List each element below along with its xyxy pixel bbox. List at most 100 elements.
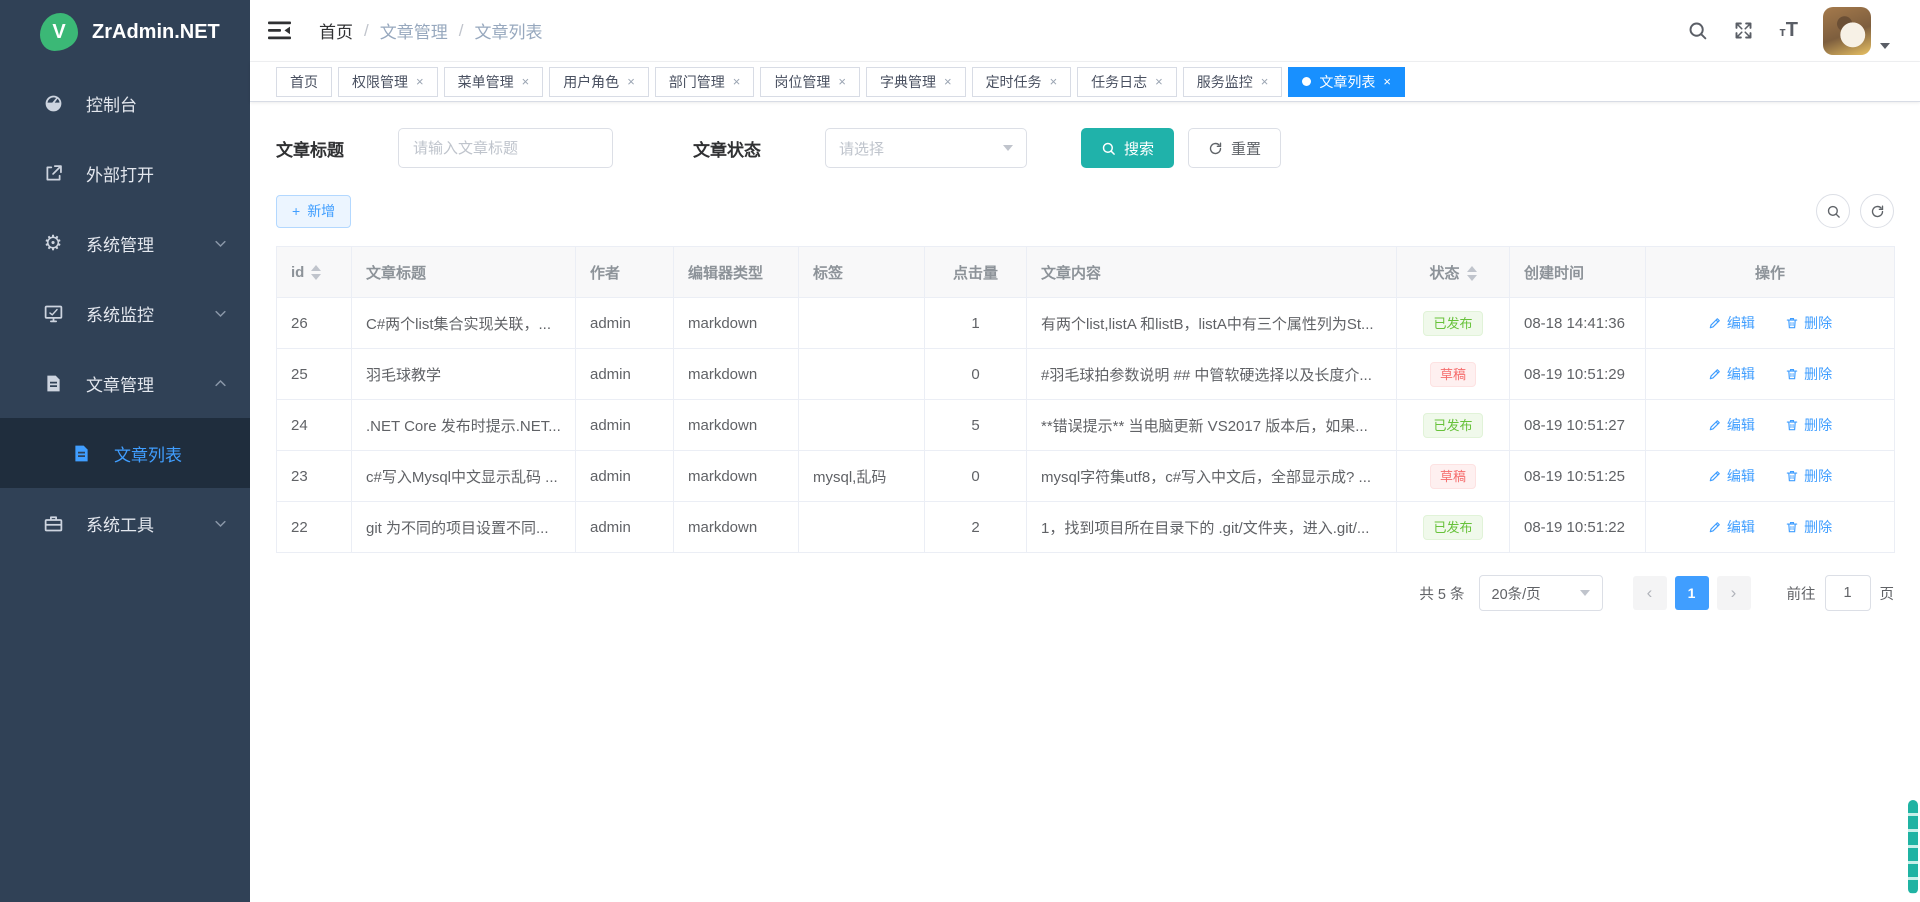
- sort-icon[interactable]: [311, 265, 321, 280]
- avatar[interactable]: [1823, 7, 1871, 55]
- app-logo[interactable]: V ZrAdmin.NET: [0, 0, 250, 64]
- tab-close-icon[interactable]: ×: [1155, 75, 1163, 88]
- sidebar-item-文章列表[interactable]: 文章列表: [0, 418, 250, 488]
- add-button[interactable]: + 新增: [276, 195, 351, 228]
- pencil-icon: [1708, 316, 1722, 330]
- cell-editor: markdown: [674, 451, 799, 502]
- column-header-id[interactable]: id: [277, 247, 352, 298]
- monitor-icon: [40, 300, 66, 326]
- tab-close-icon[interactable]: ×: [627, 75, 635, 88]
- sidebar-item-系统监控[interactable]: 系统监控: [0, 278, 250, 348]
- refresh-icon: [1870, 204, 1885, 219]
- cell-hits: 0: [925, 349, 1027, 400]
- cell-actions: 编辑 删除: [1646, 400, 1895, 451]
- edit-link[interactable]: 编辑: [1708, 517, 1755, 537]
- goto-page-input[interactable]: [1825, 575, 1871, 611]
- trash-icon: [1785, 418, 1799, 432]
- show-search-button[interactable]: [1816, 194, 1850, 228]
- column-header-editor: 编辑器类型: [674, 247, 799, 298]
- tab-close-icon[interactable]: ×: [944, 75, 952, 88]
- delete-link[interactable]: 删除: [1785, 466, 1832, 486]
- column-header-status[interactable]: 状态: [1397, 247, 1510, 298]
- font-size-icon[interactable]: тT: [1779, 19, 1798, 42]
- delete-link[interactable]: 删除: [1785, 313, 1832, 333]
- cell-actions: 编辑 删除: [1646, 502, 1895, 553]
- dashboard-icon: [40, 90, 66, 116]
- tab-任务日志[interactable]: 任务日志 ×: [1077, 67, 1177, 97]
- sidebar-item-外部打开[interactable]: 外部打开: [0, 138, 250, 208]
- tab-文章列表[interactable]: 文章列表 ×: [1288, 67, 1405, 97]
- sidebar-item-系统工具[interactable]: 系统工具: [0, 488, 250, 558]
- scrollbar-thumb[interactable]: [1908, 800, 1918, 894]
- edit-link[interactable]: 编辑: [1708, 415, 1755, 435]
- tab-部门管理[interactable]: 部门管理 ×: [655, 67, 755, 97]
- delete-link[interactable]: 删除: [1785, 364, 1832, 384]
- fullscreen-icon[interactable]: [1733, 20, 1754, 41]
- cell-content: 1，找到项目所在目录下的 .git/文件夹，进入.git/...: [1027, 502, 1397, 553]
- next-page-button[interactable]: ›: [1717, 576, 1751, 610]
- cell-hits: 2: [925, 502, 1027, 553]
- search-button[interactable]: 搜索: [1081, 128, 1174, 168]
- tab-close-icon[interactable]: ×: [733, 75, 741, 88]
- edit-link[interactable]: 编辑: [1708, 313, 1755, 333]
- cell-content: 有两个list,listA 和listB，listA中有三个属性列为St...: [1027, 298, 1397, 349]
- tab-首页[interactable]: 首页: [276, 67, 332, 97]
- sidebar-item-文章管理[interactable]: 文章管理: [0, 348, 250, 418]
- breadcrumb-home[interactable]: 首页: [319, 18, 353, 43]
- cell-status: 已发布: [1397, 502, 1510, 553]
- column-header-content: 文章内容: [1027, 247, 1397, 298]
- sidebar-item-控制台[interactable]: 控制台: [0, 68, 250, 138]
- sort-icon[interactable]: [1467, 266, 1477, 281]
- tab-label: 岗位管理: [774, 72, 830, 92]
- current-page-button[interactable]: 1: [1675, 576, 1709, 610]
- delete-link[interactable]: 删除: [1785, 415, 1832, 435]
- status-filter-select[interactable]: 请选择: [825, 128, 1027, 168]
- tab-服务监控[interactable]: 服务监控 ×: [1183, 67, 1283, 97]
- edit-link[interactable]: 编辑: [1708, 466, 1755, 486]
- sidebar-menu: 控制台 外部打开 ⚙ 系统管理 系统监控 文章管理 文章列表 系统工具: [0, 68, 250, 558]
- reset-button-label: 重置: [1231, 138, 1261, 159]
- sidebar-item-label: 文章管理: [86, 371, 213, 396]
- refresh-table-button[interactable]: [1860, 194, 1894, 228]
- tags-view: 首页 权限管理 × 菜单管理 × 用户角色 × 部门管理 × 岗位管理 × 字典…: [250, 62, 1920, 102]
- tab-岗位管理[interactable]: 岗位管理 ×: [760, 67, 860, 97]
- reset-button[interactable]: 重置: [1188, 128, 1281, 168]
- table-row: 24 .NET Core 发布时提示.NET... admin markdown…: [277, 400, 1895, 451]
- tab-用户角色[interactable]: 用户角色 ×: [549, 67, 649, 97]
- total-count: 共 5 条: [1419, 583, 1464, 604]
- tab-close-icon[interactable]: ×: [1261, 75, 1269, 88]
- tab-label: 字典管理: [880, 72, 936, 92]
- search-icon[interactable]: [1687, 20, 1708, 41]
- sidebar-item-系统管理[interactable]: ⚙ 系统管理: [0, 208, 250, 278]
- column-header-hits: 点击量: [925, 247, 1027, 298]
- delete-link[interactable]: 删除: [1785, 517, 1832, 537]
- tab-菜单管理[interactable]: 菜单管理 ×: [444, 67, 544, 97]
- tab-定时任务[interactable]: 定时任务 ×: [972, 67, 1072, 97]
- tab-字典管理[interactable]: 字典管理 ×: [866, 67, 966, 97]
- cell-content: mysql字符集utf8，c#写入中文后，全部显示成? ...: [1027, 451, 1397, 502]
- status-filter-label: 文章状态: [693, 136, 761, 161]
- page-size-select[interactable]: 20条/页: [1479, 575, 1603, 611]
- tab-close-icon[interactable]: ×: [1383, 75, 1391, 88]
- title-filter-input[interactable]: [398, 128, 613, 168]
- tab-close-icon[interactable]: ×: [1050, 75, 1058, 88]
- cell-id: 26: [277, 298, 352, 349]
- status-badge: 草稿: [1430, 362, 1476, 387]
- user-menu[interactable]: [1823, 7, 1890, 55]
- tab-权限管理[interactable]: 权限管理 ×: [338, 67, 438, 97]
- tab-close-icon[interactable]: ×: [416, 75, 424, 88]
- cell-author: admin: [576, 349, 674, 400]
- topbar: 首页 / 文章管理 / 文章列表: [250, 0, 1920, 62]
- tab-label: 定时任务: [986, 72, 1042, 92]
- pager: ‹ 1 ›: [1633, 576, 1751, 610]
- tab-close-icon[interactable]: ×: [838, 75, 846, 88]
- chevron-down-icon: [213, 236, 228, 251]
- tab-close-icon[interactable]: ×: [522, 75, 530, 88]
- column-header-author: 作者: [576, 247, 674, 298]
- cell-created: 08-18 14:41:36: [1510, 298, 1646, 349]
- document-icon: [68, 440, 94, 466]
- edit-link[interactable]: 编辑: [1708, 364, 1755, 384]
- goto-label: 前往: [1787, 583, 1816, 604]
- sidebar-collapse-icon[interactable]: [268, 21, 291, 40]
- prev-page-button[interactable]: ‹: [1633, 576, 1667, 610]
